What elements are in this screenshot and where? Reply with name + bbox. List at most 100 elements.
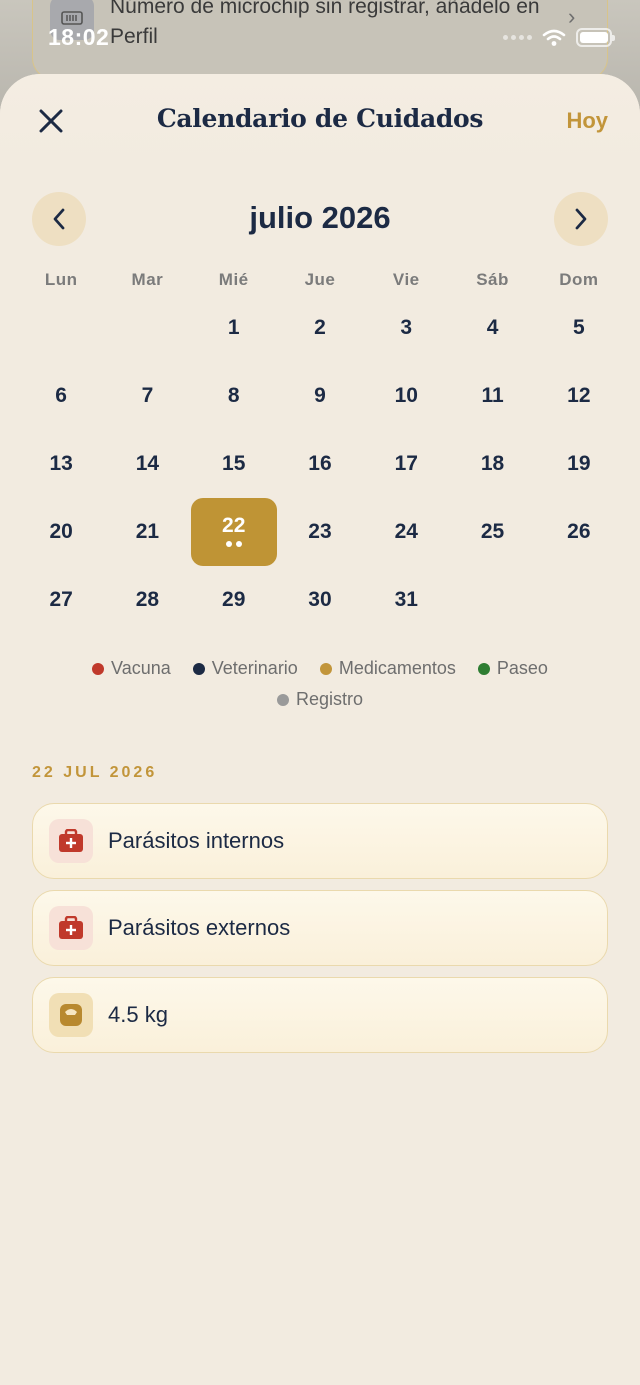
wifi-icon bbox=[542, 29, 566, 46]
calendar-day-number: 3 bbox=[400, 316, 413, 339]
weekday-label: Dom bbox=[559, 270, 599, 289]
calendar-empty-cell bbox=[104, 294, 190, 362]
weekday-label: Lun bbox=[44, 270, 78, 289]
microchip-notice-text: Número de microchip sin registrar, añáde… bbox=[110, 0, 540, 48]
calendar-day-number: 29 bbox=[222, 588, 246, 611]
weekday-label: Mié bbox=[218, 270, 249, 289]
calendar-day-number: 25 bbox=[480, 520, 505, 543]
calendar-day-number: 26 bbox=[567, 520, 591, 543]
cellular-signal-icon bbox=[503, 35, 532, 40]
calendar-day-number: 17 bbox=[394, 452, 418, 475]
calendar-day[interactable]: 28 bbox=[104, 566, 190, 634]
event-list: Parásitos internos Parásitos externos 4.… bbox=[32, 803, 608, 1064]
weekday-header: Lun Mar Mié Jue Vie Sáb Dom bbox=[18, 270, 622, 290]
calendar-day-number: 6 bbox=[55, 384, 67, 407]
weekday-label: Vie bbox=[392, 270, 420, 289]
calendar-day-number: 30 bbox=[308, 588, 332, 611]
calendar-day[interactable]: 14 bbox=[104, 430, 190, 498]
first-aid-kit-icon bbox=[49, 819, 93, 863]
legend-item: Medicamentos bbox=[319, 658, 456, 679]
calendar-day-number: 4 bbox=[486, 316, 499, 339]
calendar-day[interactable]: 24 bbox=[363, 498, 449, 566]
calendar-day-number: 27 bbox=[49, 588, 73, 611]
legend-dot bbox=[319, 662, 332, 675]
month-label: julio 2026 bbox=[249, 200, 391, 235]
calendar-day[interactable]: 13 bbox=[18, 430, 104, 498]
event-label: Parásitos externos bbox=[108, 915, 291, 940]
calendar-day[interactable]: 2 bbox=[277, 294, 363, 362]
calendar-day[interactable]: 11 bbox=[449, 362, 535, 430]
calendar-day[interactable]: 15 bbox=[191, 430, 277, 498]
calendar-day-number: 22 bbox=[222, 513, 246, 537]
calendar-day[interactable]: 30 bbox=[277, 566, 363, 634]
event-item[interactable]: 4.5 kg bbox=[32, 977, 608, 1053]
event-label: 4.5 kg bbox=[108, 1002, 168, 1027]
calendar-day[interactable]: 20 bbox=[18, 498, 104, 566]
calendar-day[interactable]: 8 bbox=[191, 362, 277, 430]
calendar-day[interactable]: 7 bbox=[104, 362, 190, 430]
legend-dot bbox=[192, 662, 205, 675]
status-time: 18:02 bbox=[48, 24, 110, 50]
calendar-day-number: 31 bbox=[394, 588, 418, 611]
calendar-day-number: 7 bbox=[141, 384, 154, 407]
calendar-day[interactable]: 21 bbox=[104, 498, 190, 566]
calendar-day[interactable]: 10 bbox=[363, 362, 449, 430]
calendar-day[interactable]: 31 bbox=[363, 566, 449, 634]
legend-item: Veterinario bbox=[192, 658, 298, 679]
calendar-day[interactable]: 27 bbox=[18, 566, 104, 634]
calendar-day-number: 21 bbox=[135, 520, 160, 543]
legend-label: Veterinario bbox=[211, 658, 298, 678]
legend-dot bbox=[477, 662, 490, 675]
next-month-button[interactable] bbox=[554, 192, 608, 246]
chevron-right-icon bbox=[575, 208, 587, 230]
calendar-day-number: 5 bbox=[572, 316, 585, 339]
today-button[interactable]: Hoy bbox=[566, 108, 608, 134]
calendar-day[interactable]: 29 bbox=[191, 566, 277, 634]
legend-item: Paseo bbox=[477, 658, 548, 679]
weight-scale-icon bbox=[49, 993, 93, 1037]
calendar-day-number: 20 bbox=[49, 520, 73, 543]
calendar-day-number: 9 bbox=[314, 384, 326, 407]
event-label: Parásitos internos bbox=[108, 828, 285, 853]
calendar-day-number: 1 bbox=[227, 316, 240, 339]
calendar-grid: 1 2 3 4 5 6 7 8 9 10 11 12 13 14 15 16 17 18 19 20 21 22 23 24 2… bbox=[18, 294, 622, 634]
legend-label: Registro bbox=[295, 689, 364, 709]
calendar-day[interactable]: 4 bbox=[449, 294, 535, 362]
event-indicator-dots bbox=[225, 540, 242, 547]
calendar-day[interactable]: 9 bbox=[277, 362, 363, 430]
calendar-day[interactable]: 19 bbox=[536, 430, 622, 498]
calendar-day[interactable]: 17 bbox=[363, 430, 449, 498]
legend-item: Vacuna bbox=[92, 658, 171, 679]
calendar-day[interactable]: 18 bbox=[449, 430, 535, 498]
calendar-day-number: 24 bbox=[394, 520, 418, 543]
weekday-label: Mar bbox=[131, 270, 164, 289]
calendar-legend: Vacuna Veterinario Medicamentos Paseo Regist… bbox=[40, 658, 600, 710]
calendar-day-number: 16 bbox=[308, 452, 332, 475]
calendar-day[interactable]: 5 bbox=[536, 294, 622, 362]
calendar-day-number: 2 bbox=[314, 316, 326, 339]
page-title: Calendario de Cuidados bbox=[156, 104, 484, 133]
event-item[interactable]: Parásitos externos bbox=[32, 890, 608, 966]
event-item[interactable]: Parásitos internos bbox=[32, 803, 608, 879]
status-indicators bbox=[503, 28, 615, 47]
legend-label: Vacuna bbox=[111, 658, 171, 678]
calendar-day[interactable]: 1 bbox=[191, 294, 277, 362]
calendar-day-number: 12 bbox=[567, 384, 591, 407]
calendar-day[interactable]: 6 bbox=[18, 362, 104, 430]
legend-dot bbox=[276, 693, 289, 706]
calendar-day[interactable]: 12 bbox=[536, 362, 622, 430]
calendar-day[interactable]: 26 bbox=[536, 498, 622, 566]
calendar-day[interactable]: 25 bbox=[449, 498, 535, 566]
legend-dot bbox=[92, 662, 105, 675]
calendar-day-number: 11 bbox=[481, 384, 504, 407]
calendar-day[interactable]: 3 bbox=[363, 294, 449, 362]
calendar-day-number: 28 bbox=[135, 588, 160, 611]
calendar-day-number: 10 bbox=[394, 384, 418, 407]
calendar-day[interactable]: 16 bbox=[277, 430, 363, 498]
calendar-day-selected[interactable]: 22 bbox=[190, 498, 277, 566]
calendar-day[interactable]: 23 bbox=[277, 498, 363, 566]
first-aid-kit-icon bbox=[49, 906, 93, 950]
calendar-day-number: 14 bbox=[135, 452, 160, 475]
calendar-day-number: 18 bbox=[480, 452, 505, 475]
calendar-day-number: 13 bbox=[49, 452, 73, 475]
